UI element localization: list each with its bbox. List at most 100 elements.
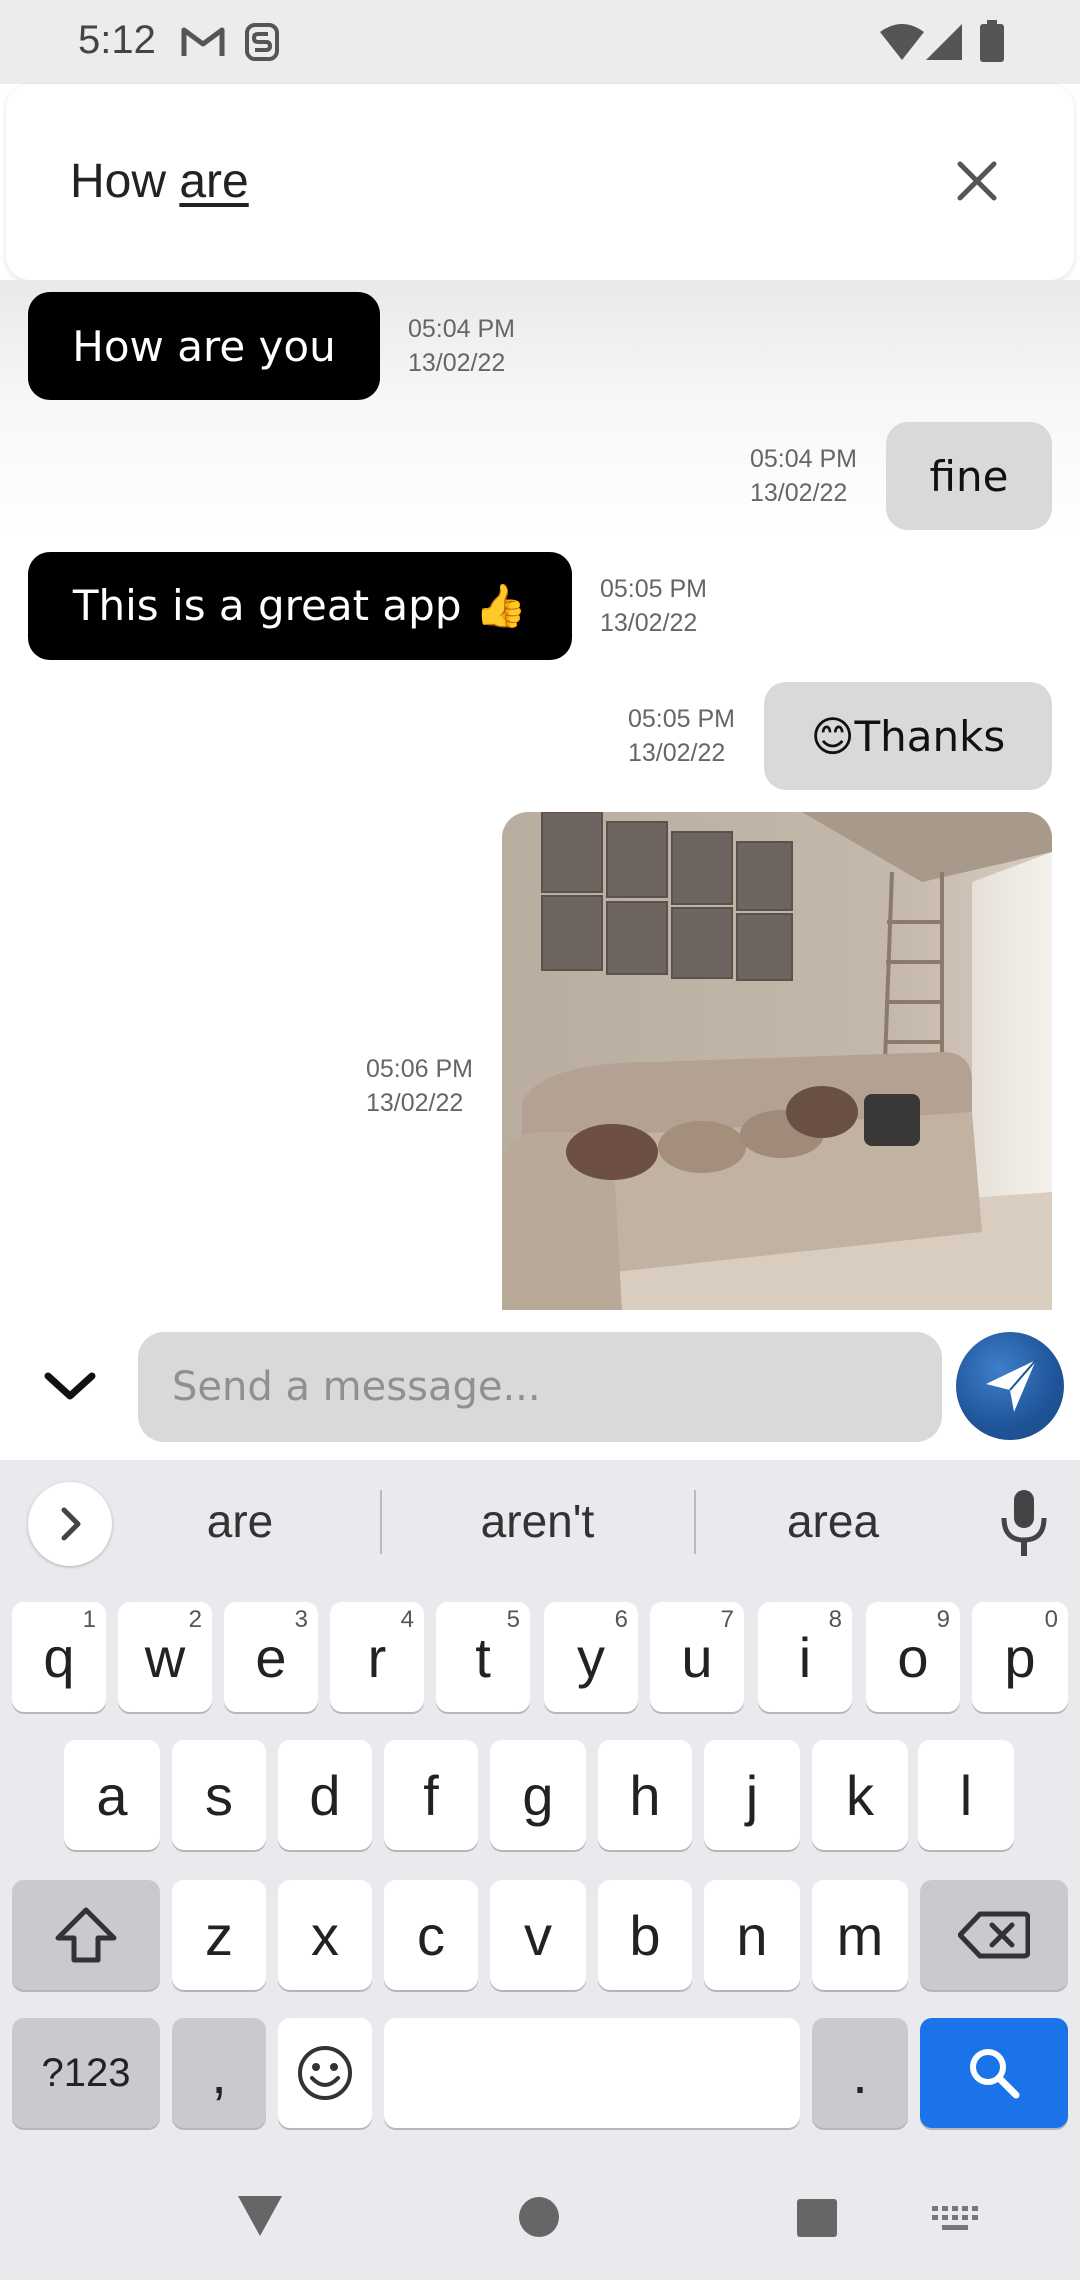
soft-keyboard: are aren't area q1 w2 e3 r4 t5 y6 u7 i8 … — [0, 1460, 1080, 2280]
message-time: 05:05 PM — [628, 705, 736, 733]
backspace-key[interactable] — [920, 1880, 1068, 1990]
system-nav-bar — [0, 2152, 1080, 2280]
chevron-down-icon[interactable] — [40, 1356, 100, 1416]
message-time: 05:04 PM — [408, 315, 516, 343]
chat-messages[interactable]: How are you 05:04 PM 13/02/22 fine 05:04… — [0, 280, 1080, 1310]
message-date: 13/02/22 — [750, 479, 848, 507]
status-time: 5:12 — [78, 18, 156, 62]
suggestion-item[interactable]: area — [748, 1494, 918, 1548]
key-c[interactable]: c — [384, 1880, 478, 1990]
key-label: r — [367, 1625, 387, 1689]
search-query-composing: are — [179, 155, 249, 208]
key-hint: 6 — [614, 1606, 628, 1633]
comma-key[interactable]: , — [172, 2018, 266, 2128]
message-timestamp: 05:04 PM 13/02/22 — [408, 312, 515, 380]
period-key[interactable]: . — [812, 2018, 908, 2128]
symbols-key[interactable]: ?123 — [12, 2018, 160, 2128]
message-text: fine — [929, 451, 1009, 501]
close-icon[interactable] — [950, 154, 1004, 208]
suggestion-item[interactable]: aren't — [430, 1494, 645, 1548]
key-q[interactable]: q1 — [12, 1602, 106, 1712]
key-label: t — [475, 1625, 491, 1689]
message-time: 05:05 PM — [600, 575, 708, 603]
key-hint: 0 — [1044, 1606, 1058, 1633]
suggestion-divider — [380, 1490, 382, 1554]
key-hint: 2 — [188, 1606, 202, 1633]
key-s[interactable]: s — [172, 1740, 266, 1850]
backspace-icon — [958, 1911, 1030, 1959]
microphone-icon[interactable] — [996, 1488, 1052, 1558]
message-bubble-incoming[interactable]: This is a great app 👍 — [28, 552, 572, 660]
search-icon — [970, 2049, 1020, 2099]
key-e[interactable]: e3 — [224, 1602, 318, 1712]
wifi-icon — [880, 24, 924, 60]
message-time: 05:06 PM — [366, 1055, 474, 1083]
key-x[interactable]: x — [278, 1880, 372, 1990]
key-hint: 4 — [400, 1606, 414, 1633]
emoji-key[interactable] — [278, 2018, 372, 2128]
search-bar[interactable]: How are — [6, 84, 1074, 280]
message-text: This is a great app 👍 — [72, 581, 528, 630]
key-i[interactable]: i8 — [758, 1602, 852, 1712]
cellular-signal-icon — [926, 24, 962, 60]
keyboard-switch-icon[interactable] — [932, 2206, 980, 2234]
key-o[interactable]: o9 — [866, 1602, 960, 1712]
key-d[interactable]: d — [278, 1740, 372, 1850]
battery-icon — [980, 20, 1004, 62]
key-j[interactable]: j — [704, 1740, 800, 1850]
message-bubble-outgoing[interactable]: fine — [886, 422, 1052, 530]
key-b[interactable]: b — [598, 1880, 692, 1990]
key-n[interactable]: n — [704, 1880, 800, 1990]
message-date: 13/02/22 — [366, 1089, 464, 1117]
send-icon — [986, 1359, 1037, 1412]
expand-suggestions-button[interactable] — [28, 1482, 112, 1566]
send-button[interactable] — [956, 1332, 1064, 1440]
recents-icon[interactable] — [796, 2198, 838, 2238]
key-v[interactable]: v — [490, 1880, 586, 1990]
key-u[interactable]: u7 — [650, 1602, 744, 1712]
message-date: 13/02/22 — [408, 349, 506, 377]
message-timestamp: 05:04 PM 13/02/22 — [750, 442, 857, 510]
search-query-prefix: How — [70, 155, 180, 208]
message-input[interactable] — [138, 1332, 942, 1442]
key-l[interactable]: l — [918, 1740, 1014, 1850]
key-h[interactable]: h — [598, 1740, 692, 1850]
message-timestamp: 05:05 PM 13/02/22 — [600, 572, 707, 640]
shift-icon — [55, 1907, 117, 1963]
space-key[interactable] — [384, 2018, 800, 2128]
key-label: u — [681, 1625, 713, 1689]
message-timestamp: 05:06 PM 13/02/22 — [366, 1052, 473, 1120]
key-m[interactable]: m — [812, 1880, 908, 1990]
key-t[interactable]: t5 — [436, 1602, 530, 1712]
message-image[interactable] — [502, 812, 1052, 1310]
notification-s-icon — [245, 23, 279, 61]
key-p[interactable]: p0 — [972, 1602, 1068, 1712]
search-query[interactable]: How are — [70, 154, 249, 209]
shift-key[interactable] — [12, 1880, 160, 1990]
key-k[interactable]: k — [812, 1740, 908, 1850]
back-icon[interactable] — [236, 2194, 284, 2238]
home-icon[interactable] — [518, 2196, 560, 2238]
message-text: 😊Thanks — [810, 711, 1006, 761]
suggestion-divider — [694, 1490, 696, 1554]
message-date: 13/02/22 — [600, 609, 698, 637]
key-f[interactable]: f — [384, 1740, 478, 1850]
key-z[interactable]: z — [172, 1880, 266, 1990]
message-date: 13/02/22 — [628, 739, 726, 767]
key-a[interactable]: a — [64, 1740, 160, 1850]
message-bubble-incoming[interactable]: How are you — [28, 292, 380, 400]
suggestion-item[interactable]: are — [160, 1494, 320, 1548]
key-label: w — [144, 1625, 186, 1689]
key-r[interactable]: r4 — [330, 1602, 424, 1712]
key-hint: 5 — [506, 1606, 520, 1633]
key-label: e — [255, 1625, 287, 1689]
message-bubble-outgoing[interactable]: 😊Thanks — [764, 682, 1052, 790]
key-label: p — [1004, 1625, 1036, 1689]
message-time: 05:04 PM — [750, 445, 858, 473]
key-hint: 7 — [720, 1606, 734, 1633]
search-action-key[interactable] — [920, 2018, 1068, 2128]
key-w[interactable]: w2 — [118, 1602, 212, 1712]
key-y[interactable]: y6 — [544, 1602, 638, 1712]
key-g[interactable]: g — [490, 1740, 586, 1850]
message-composer — [0, 1310, 1080, 1460]
